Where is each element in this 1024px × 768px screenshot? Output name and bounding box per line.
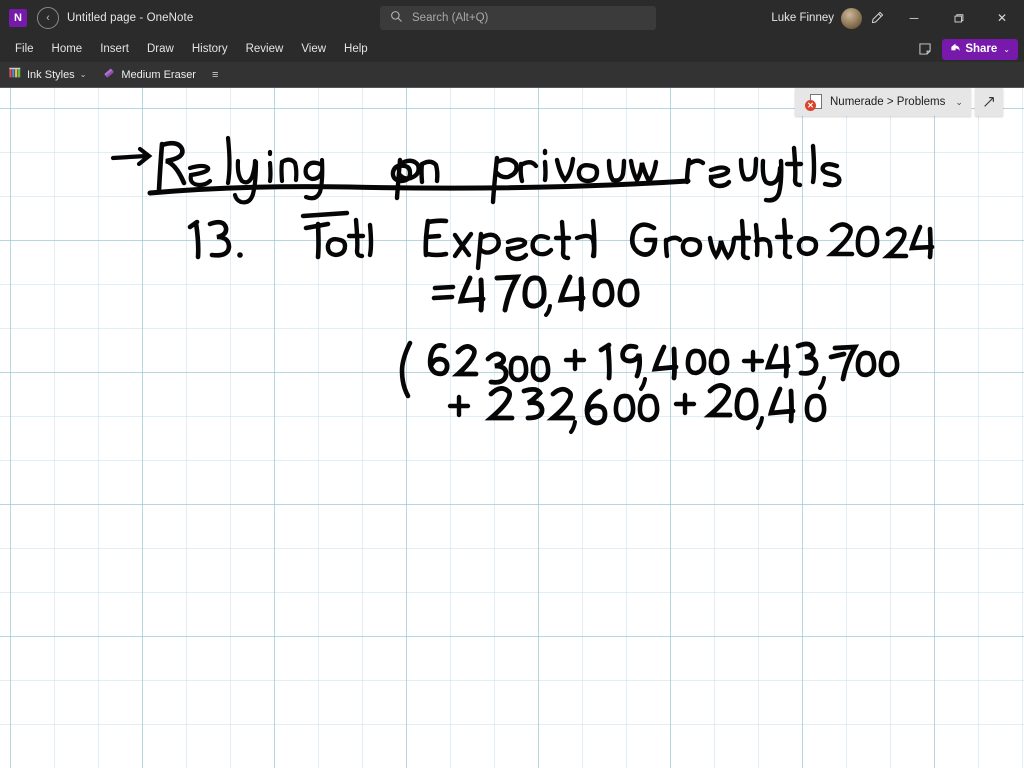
handwriting-ink-layer xyxy=(110,135,935,434)
search-icon xyxy=(390,10,403,26)
title-bar-right: Luke Finney ─ ✕ xyxy=(771,0,1024,36)
ribbon-tab-view[interactable]: View xyxy=(292,36,335,62)
ink-styles-label: Ink Styles xyxy=(27,68,75,81)
ribbon-tab-bar: File Home Insert Draw History Review Vie… xyxy=(0,36,1024,62)
ribbon-right-group: Share ⌄ xyxy=(914,36,1018,62)
title-bar: N ‹ Untitled page - OneNote Search (Alt+… xyxy=(0,0,1024,36)
share-label: Share xyxy=(965,43,998,55)
ribbon-tab-review[interactable]: Review xyxy=(237,36,293,62)
ink-line-heading xyxy=(110,135,842,205)
minimize-button[interactable]: ─ xyxy=(892,0,936,36)
page-canvas[interactable]: ✕ Numerade > Problems ⌄ xyxy=(0,88,1024,768)
chevron-down-icon: ⌄ xyxy=(79,70,87,79)
chevron-down-icon: ⌄ xyxy=(1003,44,1010,54)
search-placeholder: Search (Alt+Q) xyxy=(412,12,489,24)
search-box[interactable]: Search (Alt+Q) xyxy=(380,6,656,30)
ink-toolbar: Ink Styles ⌄ Medium Eraser ≡ xyxy=(0,62,1024,88)
ribbon-tab-help[interactable]: Help xyxy=(335,36,377,62)
eraser-icon xyxy=(102,66,116,83)
ribbon-tab-draw[interactable]: Draw xyxy=(138,36,183,62)
restore-button[interactable] xyxy=(936,0,980,36)
ribbon-tab-file[interactable]: File xyxy=(6,36,43,62)
ribbon-tab-home[interactable]: Home xyxy=(43,36,92,62)
share-button[interactable]: Share ⌄ xyxy=(942,38,1018,60)
close-button[interactable]: ✕ xyxy=(980,0,1024,36)
document-title: Untitled page - OneNote xyxy=(67,12,194,24)
ribbon-tab-history[interactable]: History xyxy=(183,36,237,62)
ribbon-tab-insert[interactable]: Insert xyxy=(91,36,138,62)
pens-icon xyxy=(8,66,22,83)
medium-eraser-button[interactable]: Medium Eraser xyxy=(94,62,204,88)
avatar[interactable] xyxy=(841,7,862,29)
sticky-note-icon[interactable] xyxy=(914,38,936,60)
ink-line-sum-1 xyxy=(399,340,900,399)
toolbar-overflow-icon[interactable]: ≡ xyxy=(204,69,226,81)
user-name[interactable]: Luke Finney xyxy=(771,12,834,24)
medium-eraser-label: Medium Eraser xyxy=(121,68,196,81)
onenote-app-icon: N xyxy=(9,9,27,27)
share-icon xyxy=(950,42,961,56)
ink-line-sum-2 xyxy=(447,383,827,434)
pen-icon[interactable] xyxy=(862,3,892,33)
ink-line-problem-13 xyxy=(187,210,935,271)
back-icon[interactable]: ‹ xyxy=(37,7,59,29)
ink-styles-button[interactable]: Ink Styles ⌄ xyxy=(0,62,94,88)
ink-line-total xyxy=(431,274,640,317)
